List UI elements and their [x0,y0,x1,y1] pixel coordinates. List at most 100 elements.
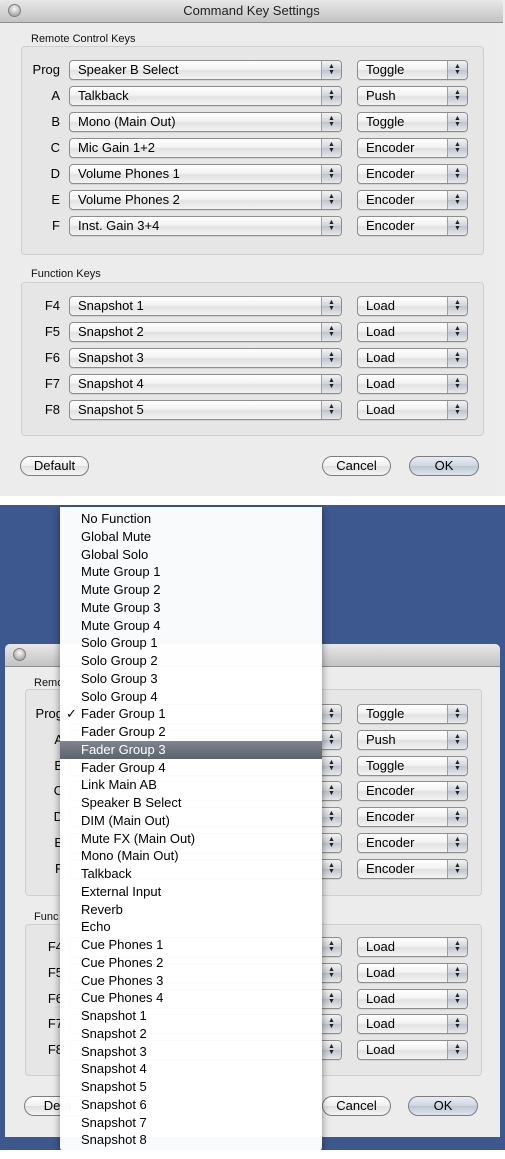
mode-popup[interactable]: Load ▲ ▼ [357,1014,468,1035]
mode-popup[interactable]: Encoder ▲ ▼ [357,164,468,184]
mode-popup[interactable]: Push ▲ ▼ [357,86,468,106]
function-popup[interactable]: Speaker B Select ▲ ▼ [69,60,342,80]
up-down-arrows-icon: ▲ ▼ [321,730,341,749]
menu-item[interactable]: Fader Group 4 [60,759,322,777]
menu-item[interactable]: Solo Group 3 [60,670,322,688]
mode-popup[interactable]: Toggle ▲ ▼ [357,60,468,80]
menu-item[interactable]: Mono (Main Out) [60,847,322,865]
function-popup[interactable]: Snapshot 1 ▲ ▼ [69,296,342,316]
mode-popup[interactable]: Toggle ▲ ▼ [357,112,468,132]
mode-popup[interactable]: Encoder ▲ ▼ [357,138,468,158]
mode-popup-value: Toggle [366,62,405,77]
menu-item[interactable]: Mute Group 2 [60,581,322,599]
menu-item[interactable]: Mute Group 3 [60,599,322,617]
function-popup[interactable]: Inst. Gain 3+4 ▲ ▼ [69,216,342,236]
mode-popup[interactable]: Toggle ▲ ▼ [357,704,468,724]
mode-popup[interactable]: Encoder ▲ ▼ [357,781,468,802]
key-label: Prog [35,706,63,721]
menu-item[interactable]: Snapshot 2 [60,1025,322,1043]
menu-item[interactable]: Fader Group 2 [60,723,322,741]
mode-popup[interactable]: Encoder ▲ ▼ [357,858,468,879]
up-down-arrows-icon: ▲ ▼ [321,705,341,723]
ok-button-2[interactable]: OK [408,1096,478,1116]
menu-item-label: DIM (Main Out) [81,812,170,828]
function-popup[interactable]: Volume Phones 1 ▲ ▼ [69,164,342,184]
menu-item[interactable]: Solo Group 2 [60,652,322,670]
function-popup-value: Mono (Main Out) [78,114,176,129]
mode-popup[interactable]: Load ▲ ▼ [357,937,468,957]
menu-item[interactable]: Cue Phones 2 [60,954,322,972]
mode-popup[interactable]: Load ▲ ▼ [357,374,468,394]
mode-popup[interactable]: Load ▲ ▼ [357,322,468,342]
function-keys-label: Function Keys [31,268,101,280]
menu-item[interactable]: Global Solo [60,546,322,564]
menu-item[interactable]: Snapshot 6 [60,1096,322,1114]
menu-item[interactable]: Snapshot 3 [60,1043,322,1061]
mode-popup[interactable]: Encoder ▲ ▼ [357,190,468,210]
key-label: E [51,192,60,207]
key-label: E [54,835,63,850]
key-label: F4 [44,298,60,313]
menu-item[interactable]: Mute FX (Main Out) [60,830,322,848]
mode-popup[interactable]: Encoder ▲ ▼ [357,807,468,828]
cancel-button-2[interactable]: Cancel [322,1096,391,1116]
menu-item[interactable]: Talkback [60,865,322,883]
function-popup[interactable]: Mono (Main Out) ▲ ▼ [69,112,342,132]
menu-item[interactable]: Snapshot 1 [60,1007,322,1025]
menu-item[interactable]: Cue Phones 3 [60,972,322,990]
menu-item-label: Snapshot 5 [81,1079,147,1094]
menu-item[interactable]: Snapshot 7 [60,1114,322,1132]
menu-item[interactable]: Snapshot 4 [60,1060,322,1078]
menu-item[interactable]: Snapshot 8 [60,1131,322,1149]
ok-button[interactable]: OK [409,456,479,476]
menu-item[interactable]: Reverb [60,901,322,919]
up-down-arrows-icon: ▲ ▼ [447,297,467,315]
menu-item[interactable]: Cue Phones 1 [60,936,322,954]
function-popup[interactable]: Snapshot 4 ▲ ▼ [69,374,342,394]
function-popup[interactable]: Snapshot 5 ▲ ▼ [69,400,342,420]
function-popup[interactable]: Snapshot 2 ▲ ▼ [69,322,342,342]
cancel-button[interactable]: Cancel [322,456,391,476]
menu-item[interactable]: Global Mute [60,528,322,546]
menu-item[interactable]: Link Main AB [60,776,322,794]
menu-item[interactable]: Mute Group 4 [60,617,322,635]
menu-item[interactable]: Echo [60,918,322,936]
mode-popup[interactable]: Toggle ▲ ▼ [357,755,468,776]
mode-popup[interactable]: Push ▲ ▼ [357,729,468,750]
function-popup-value: Talkback [78,88,129,103]
title-bar[interactable]: Command Key Settings [0,0,503,23]
mode-popup[interactable]: Load ▲ ▼ [357,296,468,316]
mode-popup[interactable]: Load ▲ ▼ [357,962,468,983]
function-popup[interactable]: Volume Phones 2 ▲ ▼ [69,190,342,210]
function-popup[interactable]: Talkback ▲ ▼ [69,86,342,106]
mode-popup[interactable]: Encoder ▲ ▼ [357,833,468,853]
mode-popup[interactable]: Load ▲ ▼ [357,988,468,1009]
key-label: F5 [44,324,60,339]
menu-item[interactable]: Fader Group 3 [60,740,322,759]
up-down-arrows-icon: ▲ ▼ [447,165,467,183]
function-dropdown-menu[interactable]: No Function Global Mute Global Solo Mute Gr… [60,507,322,1150]
menu-item[interactable]: Speaker B Select [60,794,322,812]
function-popup[interactable]: Snapshot 3 ▲ ▼ [69,348,342,368]
menu-item[interactable]: External Input [60,883,322,901]
window-close-button-2[interactable] [13,648,26,661]
up-down-arrows-icon: ▲ ▼ [447,963,467,982]
mode-popup[interactable]: Load ▲ ▼ [357,1040,468,1061]
mode-popup[interactable]: Encoder ▲ ▼ [357,216,468,236]
menu-item[interactable]: Solo Group 1 [60,634,322,652]
menu-item[interactable]: Snapshot 5 [60,1078,322,1096]
mode-popup[interactable]: Load ▲ ▼ [357,400,468,420]
menu-item[interactable]: DIM (Main Out) [60,812,322,830]
default-button[interactable]: Default [20,456,89,476]
menu-item[interactable]: No Function [60,510,322,528]
function-popup[interactable]: Mic Gain 1+2 ▲ ▼ [69,138,342,158]
key-label: F6 [47,990,63,1006]
menu-item[interactable]: ✓ Fader Group 1 [60,705,322,723]
menu-item[interactable]: Mute Group 1 [60,563,322,581]
up-down-arrows-icon: ▲ ▼ [447,756,467,775]
dialog-view-closed: Command Key Settings Remote Control Keys… [0,0,505,496]
menu-item[interactable]: Cue Phones 4 [60,989,322,1007]
mode-popup[interactable]: Load ▲ ▼ [357,348,468,368]
menu-item[interactable]: Solo Group 4 [60,688,322,706]
menu-item-label: Mute Group 1 [81,564,161,580]
